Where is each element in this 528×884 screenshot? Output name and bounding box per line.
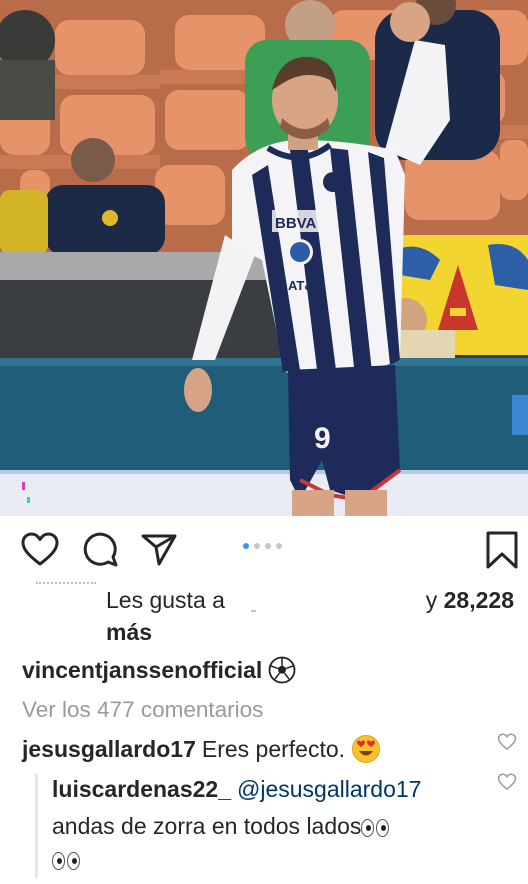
view-all-comments-link[interactable]: Ver los 477 comentarios <box>22 697 263 723</box>
reply-emoji-line <box>52 846 80 873</box>
likes-count-line[interactable]: y 28,228 <box>426 587 514 614</box>
eyes-icon <box>361 818 390 837</box>
eyes-icon <box>52 851 80 870</box>
svg-text:AT&T: AT&T <box>288 278 322 293</box>
reply-text: andas de zorra en todos lados <box>52 813 362 839</box>
carousel-dot <box>276 543 282 549</box>
reply-thread-line <box>35 774 38 878</box>
likes-prefix: Les gusta a <box>106 587 225 613</box>
save-bookmark-icon[interactable] <box>482 530 522 570</box>
svg-text:BBVA: BBVA <box>275 215 317 232</box>
like-heart-icon[interactable] <box>20 530 60 570</box>
liked-by-user-cropped <box>251 610 256 612</box>
comment-bubble-icon[interactable] <box>80 530 120 570</box>
likes-connector: y <box>425 587 438 613</box>
svg-text:9: 9 <box>314 422 331 455</box>
reply-like-heart-icon[interactable] <box>497 772 517 792</box>
likes-count[interactable]: 28,228 <box>444 587 514 613</box>
likes-more[interactable]: más <box>106 619 152 646</box>
post-photo-image: BBVA AT&T 9 <box>0 0 528 516</box>
comment-item: jesusgallardo17 Eres perfecto. <box>22 734 381 764</box>
reply-text-line: andas de zorra en todos lados <box>52 813 390 840</box>
post-photo[interactable]: BBVA AT&T 9 <box>0 0 528 516</box>
heart-eyes-icon <box>352 735 381 763</box>
avatar-stack-cropped <box>36 582 96 588</box>
caption-username[interactable]: vincentjanssenofficial <box>22 657 262 684</box>
reply-username[interactable]: luiscardenas22_ <box>52 776 231 802</box>
soccer-ball-icon <box>268 656 296 684</box>
comment-text: Eres perfecto. <box>201 735 346 762</box>
carousel-indicator <box>243 543 282 549</box>
carousel-dot-active <box>243 543 249 549</box>
carousel-dot <box>265 543 271 549</box>
reply-comment: luiscardenas22_ @jesusgallardo17 <box>52 776 421 803</box>
comment-like-heart-icon[interactable] <box>497 732 517 752</box>
reply-mention[interactable]: @jesusgallardo17 <box>237 776 421 802</box>
comment-username[interactable]: jesusgallardo17 <box>22 736 196 763</box>
post-caption: vincentjanssenofficial <box>22 656 296 684</box>
carousel-dot <box>254 543 260 549</box>
share-direct-icon[interactable] <box>139 530 179 570</box>
